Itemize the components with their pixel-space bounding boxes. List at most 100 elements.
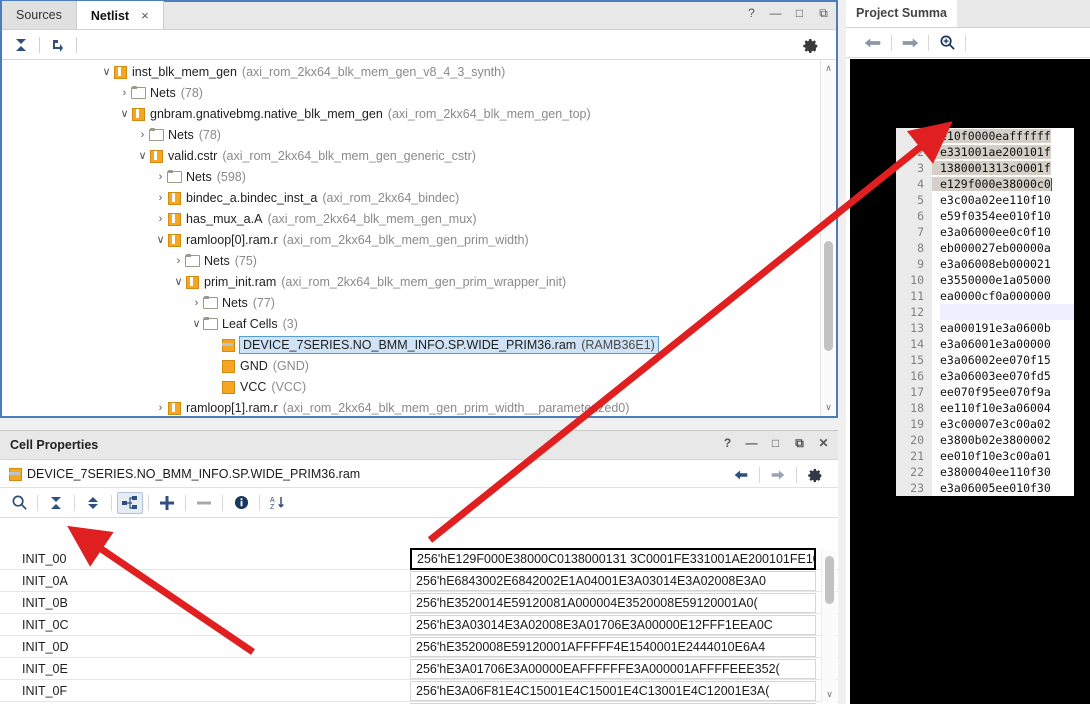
chevron-down-icon[interactable]: ∨: [100, 65, 113, 78]
chevron-right-icon[interactable]: ›: [136, 129, 149, 141]
property-row[interactable]: INIT_0F 256'hE3A06F81E4C15001E4C15001E4C1…: [0, 680, 838, 702]
tree-row[interactable]: ∨ ramloop[0].ram.r (axi_rom_2kx64_blk_mem_…: [2, 229, 836, 250]
chevron-right-icon[interactable]: ›: [118, 87, 131, 99]
add-icon[interactable]: [154, 492, 180, 514]
group-hierarchy-icon[interactable]: [117, 491, 143, 514]
back-arrow-icon[interactable]: [728, 464, 754, 486]
netlist-tree[interactable]: ∨ inst_blk_mem_gen (axi_rom_2kx64_blk_mem_…: [2, 61, 836, 416]
chevron-right-icon[interactable]: ›: [154, 171, 167, 183]
hex-line[interactable]: 13 ea000191e3a0600b: [896, 320, 1074, 336]
hex-line[interactable]: 23 e3a06005ee010f30: [896, 480, 1074, 496]
tree-row[interactable]: › Nets (598): [2, 166, 836, 187]
hex-line[interactable]: 2 e331001ae200101f: [896, 144, 1074, 160]
chevron-right-icon[interactable]: ›: [172, 255, 185, 267]
scroll-up-icon[interactable]: ∧: [821, 61, 836, 76]
auto-update-icon[interactable]: [45, 33, 71, 57]
tree-row[interactable]: ∨ valid.cstr (axi_rom_2kx64_blk_mem_gen_ge…: [2, 145, 836, 166]
cell-properties-vertical-scrollbar[interactable]: ∨: [821, 550, 836, 702]
netlist-vertical-scrollbar[interactable]: ∧ ∨: [820, 61, 835, 415]
chevron-right-icon[interactable]: ›: [154, 192, 167, 204]
cell-properties-table[interactable]: INIT_00 256'hE129F000E38000C0138000131 3C…: [0, 548, 838, 704]
hex-line[interactable]: 9 e3a06008eb000021: [896, 256, 1074, 272]
expand-collapse-icon[interactable]: [80, 492, 106, 514]
maximize-icon[interactable]: □: [793, 6, 806, 20]
minimize-icon[interactable]: —: [769, 6, 782, 20]
tree-row[interactable]: ∨ Leaf Cells (3): [2, 313, 836, 334]
property-row[interactable]: INIT_0D 256'hE3520008E59120001AFFFFF4E154…: [0, 636, 838, 658]
hex-line[interactable]: 15 e3a06002ee070f15: [896, 352, 1074, 368]
hex-line[interactable]: 21 ee010f10e3c00a01: [896, 448, 1074, 464]
property-row[interactable]: INIT_0E 256'hE3A01706E3A00000EAFFFFFFE3A0…: [0, 658, 838, 680]
hex-line[interactable]: 4 e129f000e38000c0: [896, 176, 1074, 192]
help-icon[interactable]: ?: [721, 436, 734, 450]
chevron-down-icon[interactable]: ∨: [190, 317, 203, 330]
tree-row[interactable]: › Nets (78): [2, 124, 836, 145]
tree-row[interactable]: › bindec_a.bindec_inst_a (axi_rom_2kx64_bi…: [2, 187, 836, 208]
property-value-input[interactable]: 256'hE129F000E38000C0138000131 3C0001FE3…: [410, 548, 816, 570]
back-arrow-icon[interactable]: [860, 32, 886, 54]
property-row[interactable]: INIT_0B 256'hE3520014E59120081A000004E352…: [0, 592, 838, 614]
sort-az-icon[interactable]: A Z: [265, 492, 291, 514]
hex-line[interactable]: 10 e3550000e1a05000: [896, 272, 1074, 288]
tree-row[interactable]: › Nets (75): [2, 250, 836, 271]
close-icon[interactable]: ✕: [817, 436, 830, 450]
float-icon[interactable]: ⧉: [793, 436, 806, 450]
tree-row[interactable]: › has_mux_a.A (axi_rom_2kx64_blk_mem_gen_m…: [2, 208, 836, 229]
minimize-icon[interactable]: —: [745, 436, 758, 450]
search-icon[interactable]: [6, 492, 32, 514]
tree-row[interactable]: ∨ inst_blk_mem_gen (axi_rom_2kx64_blk_mem_…: [2, 61, 836, 82]
hex-line[interactable]: 19 e3c00007e3c00a02: [896, 416, 1074, 432]
chevron-right-icon[interactable]: ›: [190, 297, 203, 309]
chevron-down-icon[interactable]: ∨: [136, 149, 149, 162]
chevron-down-icon[interactable]: ∨: [154, 233, 167, 246]
tree-row[interactable]: ∨ gnbram.gnativebmg.native_blk_mem_gen (ax…: [2, 103, 836, 124]
tab-netlist[interactable]: Netlist ×: [76, 1, 164, 29]
info-icon[interactable]: [228, 492, 254, 514]
tree-row[interactable]: · VCC (VCC): [2, 376, 836, 397]
chevron-down-icon[interactable]: ∨: [172, 275, 185, 288]
collapse-all-icon[interactable]: [8, 33, 34, 57]
chevron-down-icon[interactable]: ∨: [118, 107, 131, 120]
hex-line[interactable]: 17 ee070f95ee070f9a: [896, 384, 1074, 400]
forward-arrow-icon[interactable]: [897, 32, 923, 54]
tab-project-summary[interactable]: Project Summa: [846, 0, 958, 27]
tree-row[interactable]: › Nets (78): [2, 82, 836, 103]
property-value[interactable]: 256'hE3A03014E3A02008E3A01706E3A00000E12…: [410, 615, 816, 635]
hex-line[interactable]: 8 eb000027eb00000a: [896, 240, 1074, 256]
settings-gear-icon[interactable]: [798, 34, 824, 58]
property-value[interactable]: 256'hE3520014E59120081A000004E3520008E59…: [410, 593, 816, 613]
hex-line[interactable]: 6 e59f0354ee010f10: [896, 208, 1074, 224]
hex-line[interactable]: 1 e10f0000eaffffff: [896, 128, 1074, 144]
chevron-right-icon[interactable]: ›: [154, 402, 167, 414]
collapse-all-icon[interactable]: [43, 492, 69, 514]
scroll-down-icon[interactable]: ∨: [822, 687, 837, 702]
hex-line[interactable]: 18 ee110f10e3a06004: [896, 400, 1074, 416]
help-icon[interactable]: ?: [745, 6, 758, 20]
hex-editor[interactable]: 1 e10f0000eaffffff 2 e331001ae200101f 3 13800…: [896, 126, 1074, 496]
property-value[interactable]: 256'hE6843002E6842002E1A04001E3A03014E3A…: [410, 571, 816, 591]
tree-row[interactable]: › Nets (77): [2, 292, 836, 313]
chevron-right-icon[interactable]: ›: [154, 213, 167, 225]
tab-sources[interactable]: Sources: [2, 1, 77, 29]
hex-line[interactable]: 11 ea0000cf0a000000: [896, 288, 1074, 304]
property-value[interactable]: 256'hE3A06F81E4C15001E4C15001E4C13001E4C…: [410, 681, 816, 701]
property-row[interactable]: INIT_0A 256'hE6843002E6842002E1A04001E3A0…: [0, 570, 838, 592]
tree-row[interactable]: · GND (GND): [2, 355, 836, 376]
tree-row[interactable]: › ramloop[1].ram.r (axi_rom_2kx64_blk_mem_…: [2, 397, 836, 416]
hex-line[interactable]: 7 e3a06000ee0c0f10: [896, 224, 1074, 240]
close-icon[interactable]: ×: [141, 8, 149, 23]
scroll-down-icon[interactable]: ∨: [821, 400, 836, 415]
hex-line[interactable]: 22 e3800040ee110f30: [896, 464, 1074, 480]
tree-row[interactable]: ∨ prim_init.ram (axi_rom_2kx64_blk_mem_gen…: [2, 271, 836, 292]
property-row[interactable]: INIT_0C 256'hE3A03014E3A02008E3A01706E3A0…: [0, 614, 838, 636]
property-row[interactable]: INIT_00 256'hE129F000E38000C0138000131 3C…: [0, 548, 838, 570]
hex-line[interactable]: 16 e3a06003ee070fd5: [896, 368, 1074, 384]
hex-line[interactable]: 20 e3800b02e3800002: [896, 432, 1074, 448]
hex-line[interactable]: 5 e3c00a02ee110f10: [896, 192, 1074, 208]
settings-gear-icon[interactable]: [802, 464, 828, 486]
hex-line[interactable]: 14 e3a06001e3a00000: [896, 336, 1074, 352]
property-value[interactable]: 256'hE3520008E59120001AFFFFF4E1540001E24…: [410, 637, 816, 657]
scrollbar-thumb[interactable]: [824, 241, 833, 351]
property-value[interactable]: 256'hE3A01706E3A00000EAFFFFFFE3A000001AF…: [410, 659, 816, 679]
zoom-in-icon[interactable]: [934, 32, 960, 54]
